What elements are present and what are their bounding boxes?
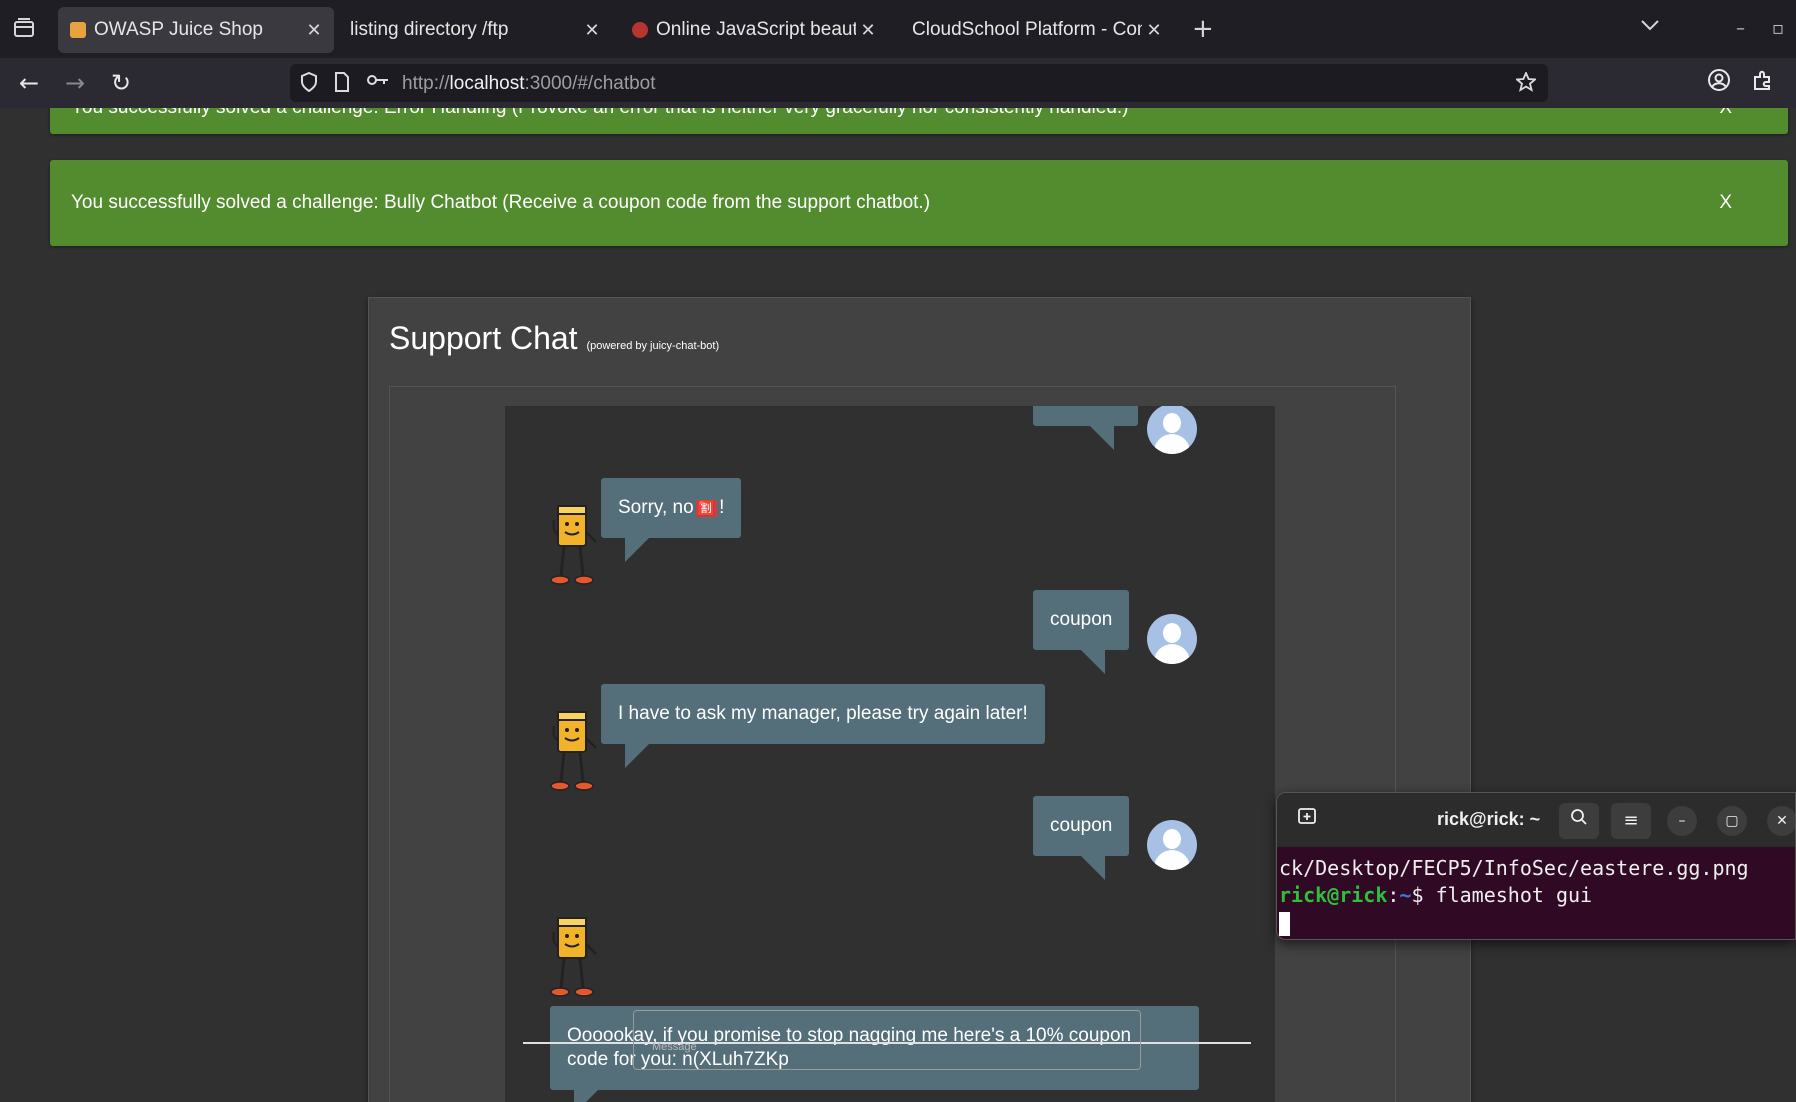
bubble-tail [625,744,649,768]
toast-close-button[interactable]: X [1719,108,1732,119]
url-host: localhost [449,73,525,94]
close-tab-icon[interactable]: ✕ [302,20,326,41]
maximize-icon[interactable]: ▢ [1717,806,1747,836]
bot-message-bubble: I have to ask my manager, please try aga… [601,684,1045,768]
chat-messages-panel[interactable]: Sorry, no 🈹! coupon I have to ask my man… [505,406,1275,1102]
challenge-solved-toast: You successfully solved a challenge: Bul… [50,160,1788,246]
new-tab-terminal-icon[interactable] [1287,803,1327,839]
hamburger-menu-icon[interactable]: ≡ [1611,803,1651,839]
tab-cloudschool[interactable]: CloudSchool Platform - Conti ✕ [900,7,1174,53]
message-text: ! [719,497,725,518]
bubble-tail [1081,650,1106,674]
message-text: Sorry, no [618,497,694,518]
support-chat-card: Support Chat (powered by juicy-chat-bot) [368,297,1471,1102]
user-message-bubble: coupon [1033,796,1130,880]
bubble-tail [1081,856,1106,880]
message-input-label: Message [652,1041,697,1053]
tab-listing-directory[interactable]: listing directory /ftp ✕ [338,7,612,53]
terminal-header: rick@rick: ~ ≡ – ▢ ✕ [1277,793,1795,847]
tab-owasp-juice-shop[interactable]: OWASP Juice Shop ✕ [58,7,334,53]
url-scheme: http:// [402,73,450,94]
bubble-tail [574,1090,598,1102]
user-avatar [1147,820,1197,870]
tab-overflow-chevron-icon[interactable] [1640,16,1660,37]
juicy-bot-avatar [550,917,597,997]
bubble-tail [625,538,649,562]
minimize-icon[interactable]: – [1667,806,1697,836]
message-input[interactable]: Message [633,1010,1141,1070]
juicy-bot-avatar [550,711,597,791]
new-tab-plus-icon[interactable]: + [1192,14,1214,44]
extensions-puzzle-icon[interactable] [1748,68,1778,98]
tab-label: Online JavaScript beautif [656,19,856,40]
tab-list-icon[interactable] [12,16,38,42]
user-avatar [1147,406,1197,454]
terminal-output: ck/Desktop/FECP5/InfoSec/eastere.gg.png … [1279,855,1749,936]
prompt-user: rick@rick [1279,883,1388,907]
restore-window-icon[interactable]: ▫ [1772,18,1784,39]
toast-message: You successfully solved a challenge: Err… [71,108,1129,119]
message-text: I have to ask my manager, please try aga… [618,703,1028,724]
toast-close-button[interactable]: X [1719,192,1732,214]
user-avatar [1147,614,1197,664]
juicy-bot-avatar [550,505,597,585]
url-bar[interactable]: http://localhost:3000/#/chatbot [290,64,1548,102]
toast-message: You successfully solved a challenge: Bul… [71,192,931,213]
prompt-path: ~ [1399,883,1412,907]
prompt-dollar: $ [1411,883,1436,907]
user-message-bubble: coupon [1033,590,1130,674]
no-discount-emoji: 🈹 [695,499,718,517]
forward-arrow-icon[interactable]: → [60,68,90,98]
terminal-cursor [1279,911,1290,936]
terminal-title: rick@rick: ~ [1437,809,1541,829]
user-message-bubble [1033,406,1138,450]
juice-shop-favicon-icon [70,22,86,38]
minimize-window-icon[interactable]: – [1736,18,1745,39]
page-info-icon[interactable] [334,72,350,97]
tab-label: listing directory /ftp [350,19,509,40]
search-icon[interactable] [1559,803,1599,839]
page-title: Support Chat (powered by juicy-chat-bot) [389,320,719,357]
chat-container: Sorry, no 🈹! coupon I have to ask my man… [389,386,1396,1102]
tab-js-beautifier[interactable]: Online JavaScript beautif ✕ [620,7,888,53]
chat-subtitle: (powered by juicy-chat-bot) [586,340,720,352]
key-icon[interactable] [366,72,390,93]
account-icon[interactable] [1704,68,1734,98]
terminal-cursor-line [1279,909,1749,936]
tab-label: CloudSchool Platform - Conti [912,19,1142,40]
bubble-tail [1090,426,1114,450]
page-content: You successfully solved a challenge: Err… [0,108,1796,1102]
challenge-solved-toast: You successfully solved a challenge: Err… [50,108,1788,134]
message-text: coupon [1050,815,1113,836]
terminal-prompt-line: rick@rick:~$ flameshot gui [1279,882,1749,909]
url-path: :3000/#/chatbot [524,73,656,94]
back-arrow-icon[interactable]: ← [14,68,44,98]
bot-message-bubble: Sorry, no 🈹! [601,478,742,562]
beautifier-favicon-icon [632,22,648,38]
terminal-window[interactable]: rick@rick: ~ ≡ – ▢ ✕ ck/Desktop/FECP5/In… [1276,792,1796,940]
close-tab-icon[interactable]: ✕ [856,20,880,41]
chat-title: Support Chat [389,320,578,356]
close-icon[interactable]: ✕ [1767,806,1795,836]
bookmark-star-icon[interactable] [1514,70,1538,97]
message-text: coupon [1050,609,1113,630]
tab-label: OWASP Juice Shop [94,19,263,40]
browser-nav-bar: ← → ↻ http://localhost:3000/#/chatbot [0,58,1796,108]
terminal-output-line: ck/Desktop/FECP5/InfoSec/eastere.gg.png [1279,856,1749,880]
browser-tab-bar: OWASP Juice Shop ✕ listing directory /ft… [0,0,1796,58]
url-text[interactable]: http://localhost:3000/#/chatbot [402,73,656,95]
close-tab-icon[interactable]: ✕ [1142,20,1166,41]
close-tab-icon[interactable]: ✕ [580,20,604,41]
shield-icon[interactable] [300,71,318,97]
terminal-command: flameshot gui [1435,883,1593,907]
reload-icon[interactable]: ↻ [106,68,136,98]
prompt-separator: : [1387,883,1400,907]
